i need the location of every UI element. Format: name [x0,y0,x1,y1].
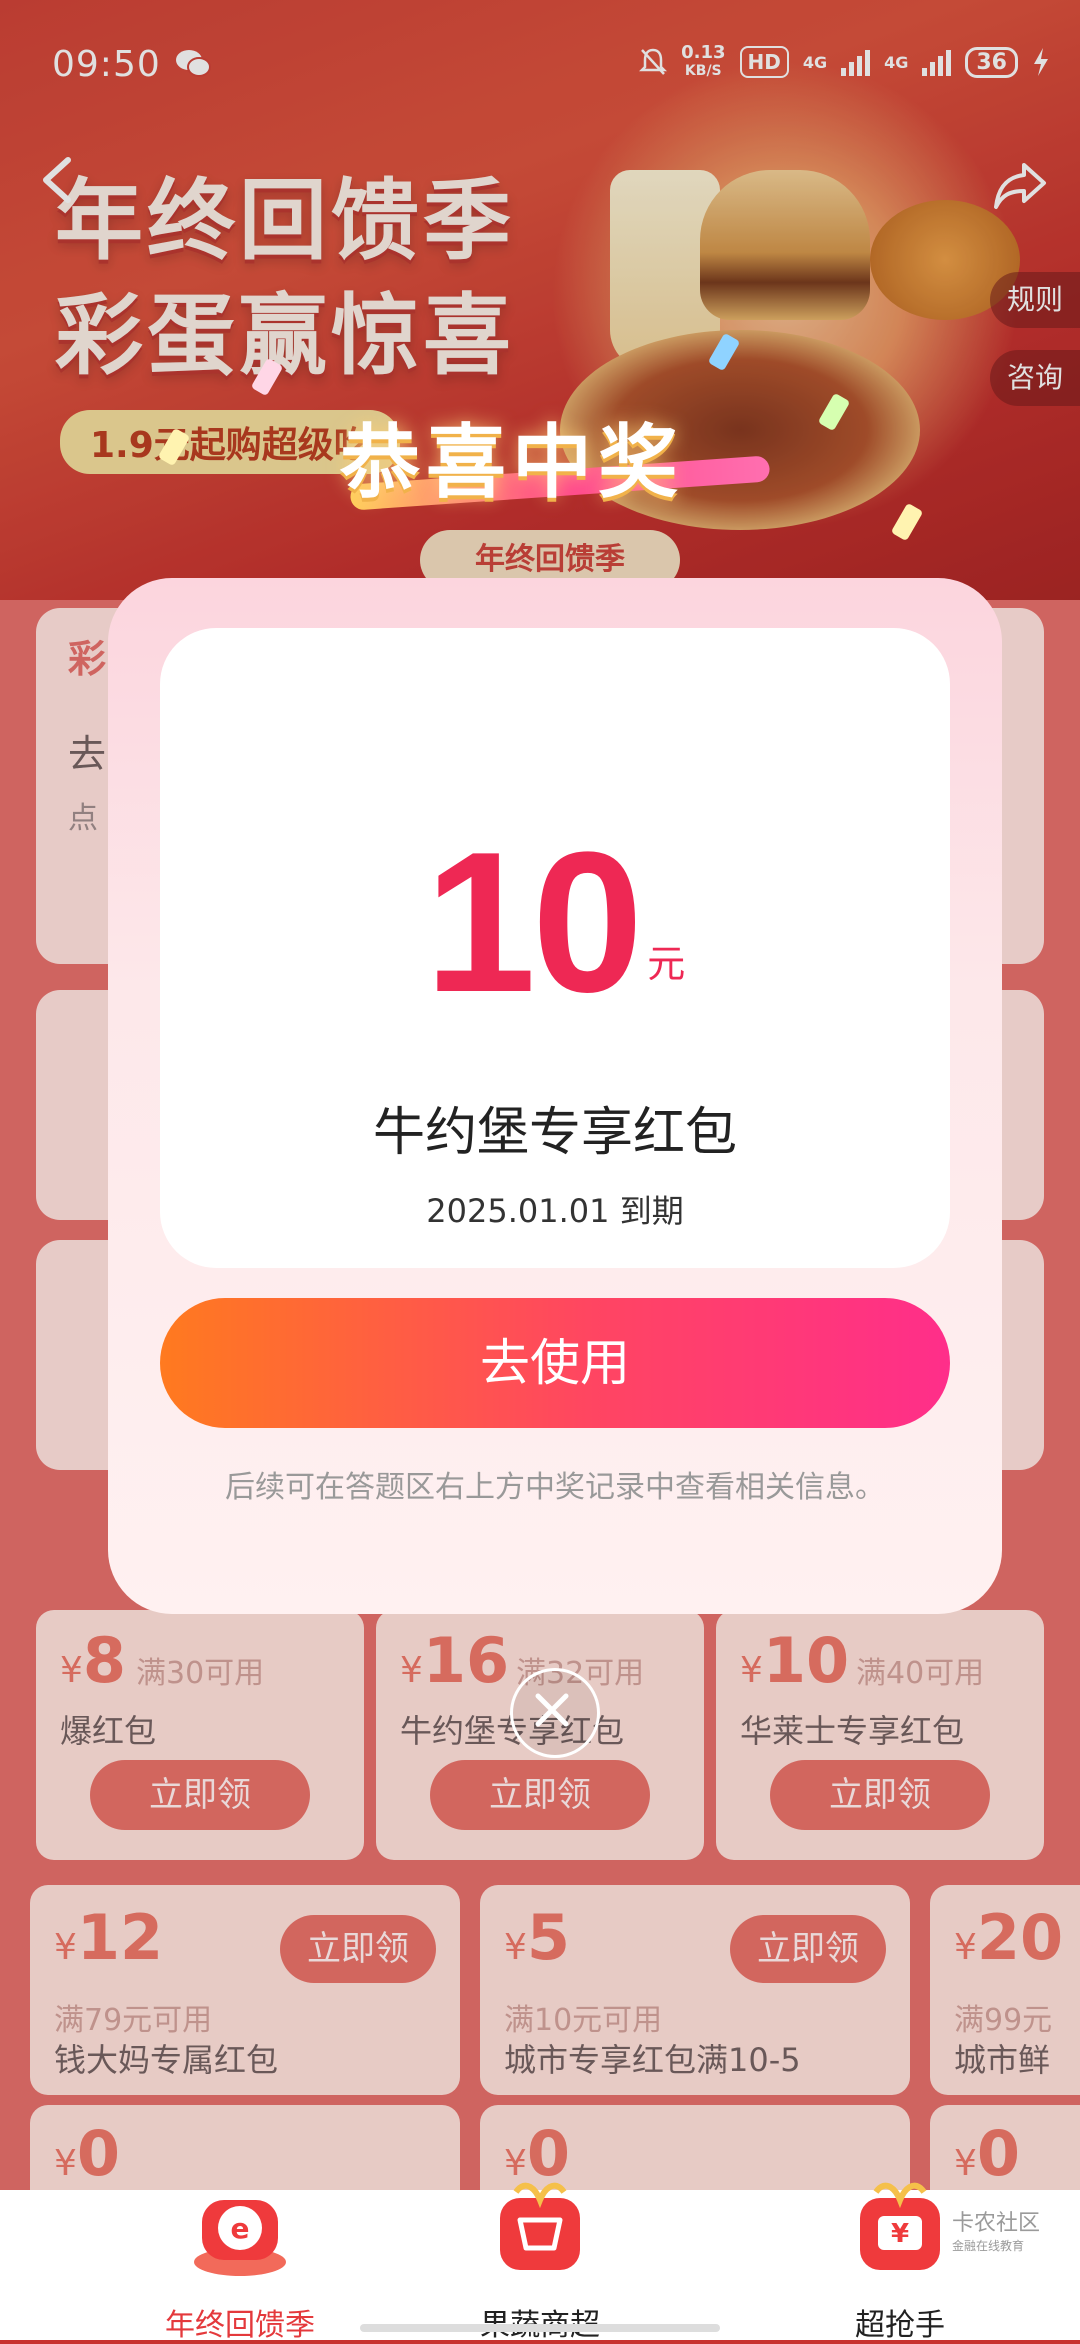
svg-text:e: e [231,2212,250,2245]
bottom-nav: e 年终回馈季 果蔬商超 ¥ 超抢手 [0,2182,1080,2343]
use-now-button[interactable]: 去使用 [160,1298,950,1428]
modal-note: 后续可在答题区右上方中奖记录中查看相关信息。 [225,1470,885,1505]
prize-amount-unit: 元 [647,942,686,986]
close-icon [535,1693,569,1727]
yuan-gift-icon: ¥ [860,2182,940,2270]
prize-modal: 10 元 牛约堡专享红包 2025.01.01 到期 去使用 后续可在答题区右上方… [108,578,1002,1614]
nav-label: 果蔬商超 [390,2300,690,2344]
prize-amount: 10 元 [160,808,950,1038]
basket-gift-icon [500,2182,580,2270]
watermark-subtitle: 金融在线教育 [951,2239,1024,2253]
nav-label: 超抢手 [855,2308,945,2343]
prize-expiry: 2025.01.01 到期 [426,1192,684,1230]
watermark: 卡农社区 金融在线教育 [952,2205,1040,2254]
close-modal-button[interactable] [510,1668,600,1758]
nav-item-year-end[interactable]: e 年终回馈季 [90,2190,390,2343]
nav-item-grocery[interactable]: 果蔬商超 [390,2182,690,2343]
prize-amount-value: 10 [424,811,643,1034]
home-indicator[interactable] [360,2324,720,2332]
prize-name: 牛约堡专享红包 [372,1103,737,1163]
congrats-title: 恭喜中奖 [340,416,684,509]
prize-card: 10 元 牛约堡专享红包 2025.01.01 到期 [160,628,950,1268]
nav-label: 年终回馈季 [165,2308,315,2343]
watermark-title: 卡农社区 [951,2211,1040,2236]
svg-text:¥: ¥ [891,2219,909,2249]
year-end-gift-icon: e [194,2200,286,2276]
